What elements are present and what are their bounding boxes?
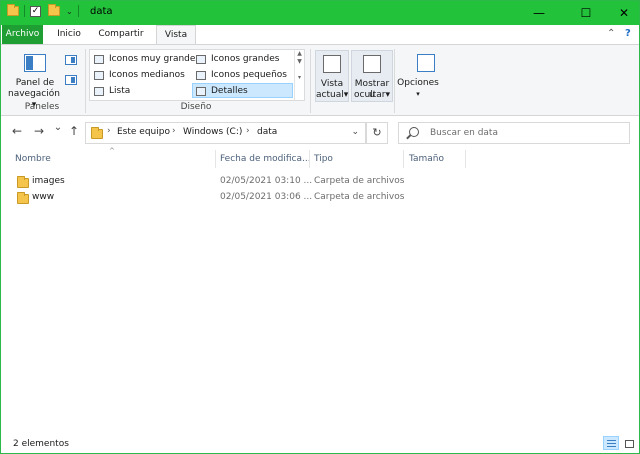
layout-details[interactable]: Detalles xyxy=(192,83,293,98)
search-box[interactable]: Buscar en data xyxy=(398,122,630,144)
large-icons-view-button[interactable] xyxy=(621,436,637,450)
file-type: Carpeta de archivos xyxy=(314,176,405,186)
new-folder-icon[interactable] xyxy=(48,4,60,16)
list-icon xyxy=(94,87,104,96)
show-hide-button[interactable]: Mostrar u ocultar▾ xyxy=(351,50,393,102)
file-name: images xyxy=(32,176,65,186)
explorer-window: ✓ ⌄ data — ☐ ✕ Archivo Inicio Compartir … xyxy=(0,0,640,454)
current-view-icon xyxy=(323,55,341,73)
options-dropdown-chevron-icon: ▾ xyxy=(416,90,420,98)
ribbon-panel: Panel de navegación ▾ Paneles Iconos muy… xyxy=(1,44,639,116)
details-view-button[interactable] xyxy=(603,436,619,450)
column-resize-handle[interactable] xyxy=(465,150,466,168)
file-date: 02/05/2021 03:06 ... xyxy=(220,192,313,202)
search-icon xyxy=(409,127,419,137)
breadcrumb-este-equipo[interactable]: Este equipo xyxy=(117,127,170,137)
file-row[interactable]: images 02/05/2021 03:10 ... Carpeta de a… xyxy=(13,174,404,190)
medium-icons-icon xyxy=(94,71,104,80)
address-history-chevron-icon[interactable]: ⌄ xyxy=(351,127,359,137)
column-resize-handle[interactable] xyxy=(403,150,404,168)
minimize-button[interactable]: — xyxy=(516,1,562,25)
search-input[interactable]: Buscar en data xyxy=(430,128,498,138)
small-icons-icon xyxy=(196,71,206,80)
column-resize-handle[interactable] xyxy=(215,150,216,168)
layout-large-icons[interactable]: Iconos grandes xyxy=(193,52,293,67)
group-divider xyxy=(394,49,395,113)
options-icon xyxy=(417,54,435,72)
layout-medium-icons[interactable]: Iconos medianos xyxy=(91,68,191,83)
forward-arrow-icon[interactable]: → xyxy=(31,124,47,138)
help-icon[interactable]: ? xyxy=(625,28,631,39)
tab-archivo[interactable]: Archivo xyxy=(2,25,43,44)
refresh-button[interactable]: ↻ xyxy=(366,122,388,144)
properties-icon[interactable]: ✓ xyxy=(30,5,41,17)
file-name: www xyxy=(32,192,55,202)
file-date: 02/05/2021 03:10 ... xyxy=(220,176,313,186)
group-label-diseno: Diseño xyxy=(180,102,212,112)
item-count: 2 elementos xyxy=(13,439,69,449)
toolbar-divider xyxy=(24,5,25,17)
breadcrumb-separator[interactable]: › xyxy=(172,126,176,136)
close-button[interactable]: ✕ xyxy=(609,1,639,25)
folder-icon xyxy=(17,192,29,204)
current-view-label-1: Vista xyxy=(320,79,344,89)
details-pane-icon[interactable] xyxy=(65,75,77,85)
breadcrumb-separator[interactable]: › xyxy=(246,126,250,136)
layout-list[interactable]: Lista xyxy=(91,84,191,99)
tab-vista[interactable]: Vista xyxy=(156,25,196,45)
folder-icon xyxy=(91,127,103,139)
column-headers: ^ Nombre Fecha de modifica... Tipo Tamañ… xyxy=(1,147,639,170)
breadcrumb-separator[interactable]: › xyxy=(107,126,111,136)
group-divider xyxy=(85,49,86,113)
breadcrumb-data[interactable]: data xyxy=(257,127,277,137)
file-type: Carpeta de archivos xyxy=(314,192,405,202)
column-header-tipo[interactable]: Tipo xyxy=(314,154,333,164)
layout-gallery-scroller[interactable]: ▲ ▼ ▾ xyxy=(294,50,304,100)
current-view-button[interactable]: Vista actual▾ xyxy=(315,50,349,102)
folder-icon xyxy=(17,176,29,188)
column-header-nombre[interactable]: Nombre xyxy=(15,154,51,164)
column-header-fecha[interactable]: Fecha de modifica... xyxy=(220,154,311,164)
maximize-button[interactable]: ☐ xyxy=(563,1,609,25)
customize-toolbar-chevron-icon[interactable]: ⌄ xyxy=(66,7,73,16)
show-hide-label-2: ocultar▾ xyxy=(354,90,390,100)
group-divider xyxy=(310,49,311,113)
recent-locations-chevron-icon[interactable]: ⌄ xyxy=(50,122,66,133)
file-row[interactable]: www 02/05/2021 03:06 ... Carpeta de arch… xyxy=(13,190,404,206)
large-icons-icon xyxy=(196,55,206,64)
large-icons-view-icon xyxy=(625,440,634,448)
breadcrumb-windows-c[interactable]: Windows (C:) xyxy=(183,127,242,137)
up-arrow-icon[interactable]: ↑ xyxy=(66,124,82,138)
window-title: data xyxy=(90,6,113,17)
ribbon-tabs: Archivo Inicio Compartir Vista ⌃ ? xyxy=(1,25,639,45)
layout-extra-large-icons[interactable]: Iconos muy grandes xyxy=(91,52,200,67)
current-view-label-2: actual▾ xyxy=(316,90,349,100)
options-label: Opciones xyxy=(397,78,439,88)
details-view-icon xyxy=(607,440,616,447)
layout-gallery: Iconos muy grandes Iconos grandes Iconos… xyxy=(89,49,305,101)
status-bar: 2 elementos xyxy=(1,433,639,454)
group-label-paneles: Paneles xyxy=(24,102,60,112)
title-bar[interactable]: ✓ ⌄ data — ☐ ✕ xyxy=(1,1,639,25)
folder-icon xyxy=(7,4,19,16)
column-resize-handle[interactable] xyxy=(309,150,310,168)
quick-access-toolbar: ✓ ⌄ xyxy=(7,4,81,17)
navigation-pane-label-1: Panel de xyxy=(15,78,55,88)
navigation-pane-icon xyxy=(24,54,46,72)
details-icon xyxy=(196,87,206,96)
sort-ascending-icon: ^ xyxy=(109,147,115,155)
preview-pane-icon[interactable] xyxy=(65,55,77,65)
show-hide-icon xyxy=(363,55,381,73)
navigation-bar: ← → ⌄ ↑ › Este equipo › Windows (C:) › d… xyxy=(1,116,639,148)
extra-large-icons-icon xyxy=(94,55,104,64)
layout-small-icons[interactable]: Iconos pequeños xyxy=(193,68,293,83)
tab-compartir[interactable]: Compartir xyxy=(93,25,149,44)
toolbar-divider xyxy=(77,5,79,17)
address-bar[interactable]: › Este equipo › Windows (C:) › data ⌄ xyxy=(85,122,366,144)
collapse-ribbon-chevron-icon[interactable]: ⌃ xyxy=(607,28,615,39)
tab-inicio[interactable]: Inicio xyxy=(49,25,89,44)
back-arrow-icon[interactable]: ← xyxy=(9,124,25,138)
column-header-tamano[interactable]: Tamaño xyxy=(409,154,444,164)
